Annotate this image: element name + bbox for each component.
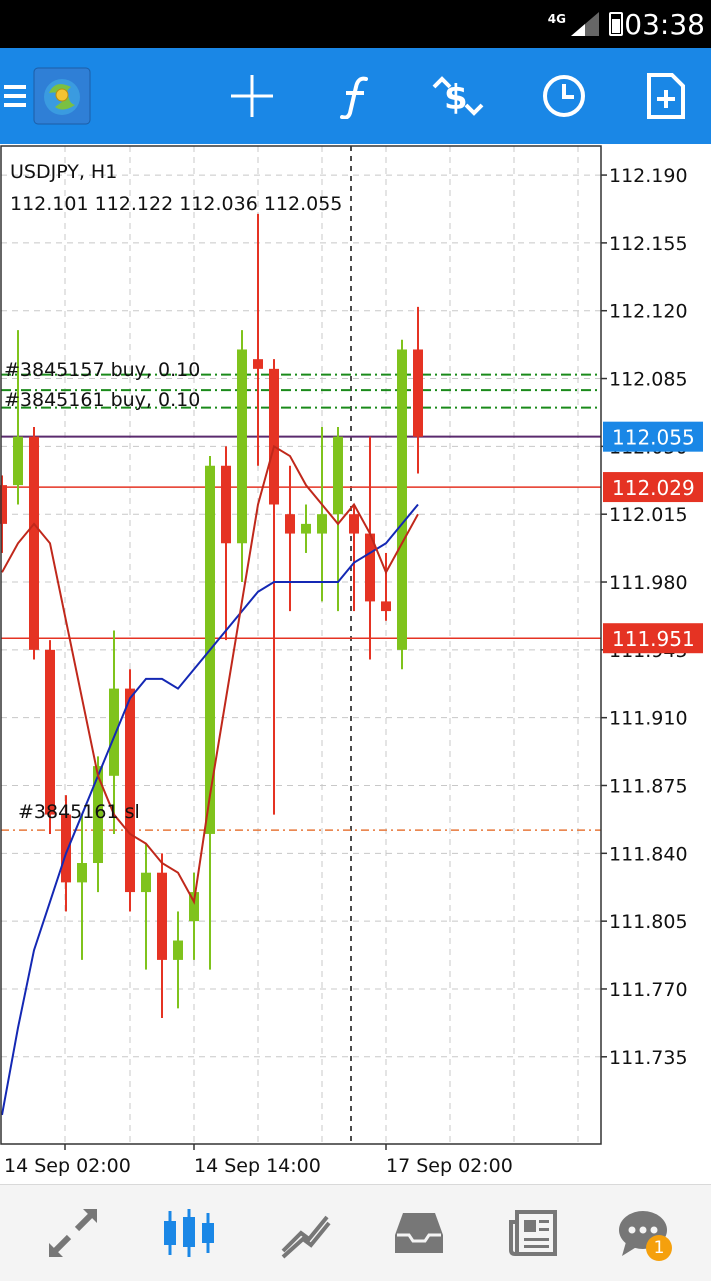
candle-body <box>109 688 119 776</box>
clock-time: 03:38 <box>624 8 705 41</box>
price-label: 111.735 <box>609 1047 688 1069</box>
charts-tab-icon[interactable] <box>158 1203 220 1263</box>
price-label: 112.015 <box>609 504 688 526</box>
chart-frame <box>0 145 602 1145</box>
candle-body <box>77 863 87 883</box>
messages-tab-icon[interactable]: 1 <box>612 1203 674 1263</box>
top-toolbar: $ <box>0 48 711 144</box>
order-label: #3845161 buy, 0.10 <box>4 389 200 411</box>
order-label: #3845157 buy, 0.10 <box>4 359 200 381</box>
time-label: 14 Sep 14:00 <box>194 1155 321 1177</box>
time-label: 17 Sep 02:00 <box>386 1155 513 1177</box>
candle-body <box>349 514 359 534</box>
battery-icon <box>609 12 623 36</box>
price-chart[interactable]: 112.190112.155112.120112.085112.050112.0… <box>0 144 711 1184</box>
app-logo-icon[interactable] <box>32 66 92 126</box>
status-bar: 4G 03:38 <box>0 0 711 48</box>
price-axis: 112.190112.155112.120112.085112.050112.0… <box>601 165 688 1069</box>
candle-body <box>157 872 167 960</box>
message-count-badge: 1 <box>646 1235 672 1261</box>
history-tab-icon[interactable] <box>388 1203 450 1263</box>
time-axis: 14 Sep 02:00 14 Sep 14:00 17 Sep 02:00 <box>4 1144 513 1177</box>
price-level-label: 112.029 <box>612 476 695 500</box>
price-label: 111.770 <box>609 979 688 1001</box>
network-type: 4G <box>547 12 566 26</box>
signal-icon <box>571 12 599 36</box>
quotes-tab-icon[interactable] <box>42 1203 104 1263</box>
candle-body <box>125 688 135 893</box>
price-label: 112.085 <box>609 369 688 391</box>
menu-icon[interactable] <box>0 66 30 126</box>
bid-price-label: 112.055 <box>612 426 695 450</box>
trade-lines <box>1 373 601 831</box>
chart-canvas[interactable]: 112.190112.155112.120112.085112.050112.0… <box>0 144 711 1184</box>
price-label: 111.875 <box>609 775 688 797</box>
trade-tab-icon[interactable] <box>274 1203 336 1263</box>
candle-body <box>301 523 311 534</box>
symbol-label: USDJPY, H1 <box>10 161 117 183</box>
candle-body <box>29 436 39 650</box>
price-label: 111.910 <box>609 708 688 730</box>
price-label: 111.980 <box>609 572 688 594</box>
ohlc-label: 112.101 112.122 112.036 112.055 <box>10 193 342 215</box>
price-level-label: 111.951 <box>612 627 695 651</box>
candle-body <box>237 349 247 544</box>
crosshair-icon[interactable] <box>222 66 282 126</box>
bottom-nav: 1 <box>0 1184 711 1281</box>
candle-body <box>45 649 55 815</box>
add-symbol-icon[interactable] <box>636 66 696 126</box>
candle-body <box>381 601 391 612</box>
candle-body <box>317 514 327 534</box>
indicators-icon[interactable] <box>326 66 386 126</box>
candles <box>0 213 423 1019</box>
candle-body <box>397 349 407 650</box>
time-label: 14 Sep 02:00 <box>4 1155 131 1177</box>
price-label: 111.840 <box>609 843 688 865</box>
price-label: 112.190 <box>609 165 688 187</box>
timeframe-icon[interactable] <box>534 66 594 126</box>
chart-grid <box>1 146 601 1144</box>
trade-icon[interactable]: $ <box>428 66 488 126</box>
price-label: 112.120 <box>609 301 688 323</box>
candle-body <box>269 368 279 505</box>
candle-body <box>141 872 151 893</box>
candle-body <box>13 436 23 486</box>
candle-body <box>333 436 343 515</box>
candle-body <box>221 465 231 544</box>
candle-body <box>61 814 71 883</box>
price-label: 111.805 <box>609 911 688 933</box>
stop-loss-label: #3845161 sl <box>18 801 140 823</box>
candle-body <box>253 359 263 369</box>
news-tab-icon[interactable] <box>502 1203 564 1263</box>
price-label: 112.155 <box>609 233 688 255</box>
candle-body <box>413 349 423 437</box>
candle-body <box>285 514 295 534</box>
candle-body <box>173 940 183 960</box>
